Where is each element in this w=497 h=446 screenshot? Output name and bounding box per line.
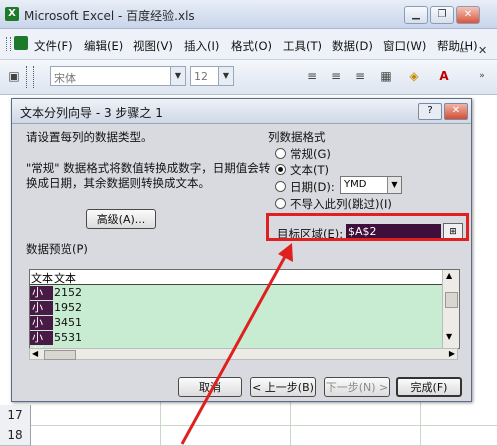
annotation-arrow [180, 243, 293, 445]
